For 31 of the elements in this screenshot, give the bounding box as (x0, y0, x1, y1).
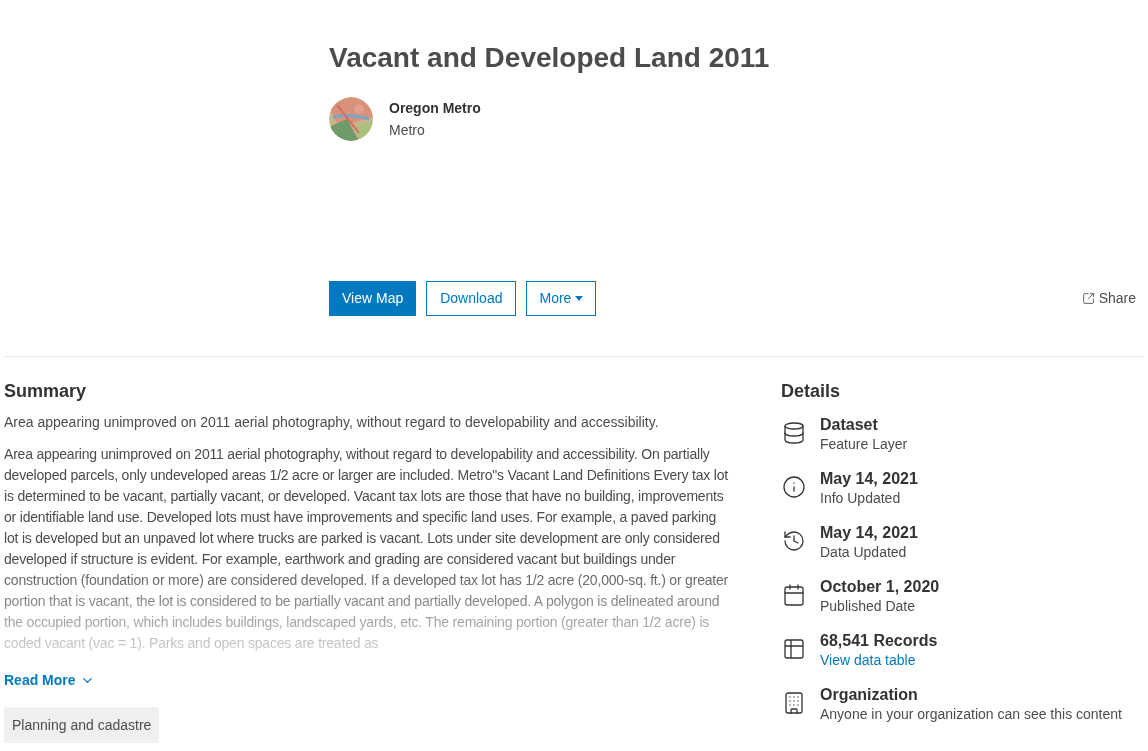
more-button[interactable]: More (526, 281, 597, 316)
tag[interactable]: Planning and cadastre (4, 707, 160, 743)
detail-subtitle: Published Date (820, 597, 916, 615)
detail-subtitle: Info Updated (820, 489, 902, 507)
owner-name: Oregon Metro (389, 99, 481, 118)
detail-title: October 1, 2020 (820, 577, 940, 597)
page-title: Vacant and Developed Land 2011 (329, 41, 771, 75)
detail-title: May 14, 2021 (820, 469, 918, 489)
share-button[interactable]: Share (1081, 288, 1136, 309)
read-more-link[interactable]: Read More (4, 670, 95, 691)
download-button[interactable]: Download (426, 281, 517, 316)
detail-title: Organization (820, 685, 919, 705)
database-icon (781, 421, 806, 445)
detail-subtitle: Data Updated (820, 543, 908, 561)
detail-title: May 14, 2021 (820, 523, 918, 543)
detail-subtitle: Anyone in your organization can see this content (820, 705, 1122, 723)
view-map-button[interactable]: View Map (329, 281, 417, 316)
detail-title: Dataset (820, 415, 879, 435)
view-data-table-link[interactable]: View data table (820, 651, 938, 669)
summary-heading: Summary (4, 380, 88, 403)
summary-snippet: Area appearing unimproved on 2011 aerial photography, without regard to developability and accessibility. (4, 413, 660, 432)
share-icon (1081, 292, 1095, 305)
history-icon (781, 529, 806, 553)
details-heading: Details (781, 380, 842, 403)
detail-subtitle: Feature Layer (820, 435, 908, 453)
info-icon (781, 475, 806, 499)
table-icon (781, 637, 806, 661)
detail-title: 68,541 Records (820, 631, 938, 651)
caret-icon (575, 296, 584, 301)
calendar-icon (781, 583, 806, 607)
owner-org: Metro (389, 121, 426, 140)
